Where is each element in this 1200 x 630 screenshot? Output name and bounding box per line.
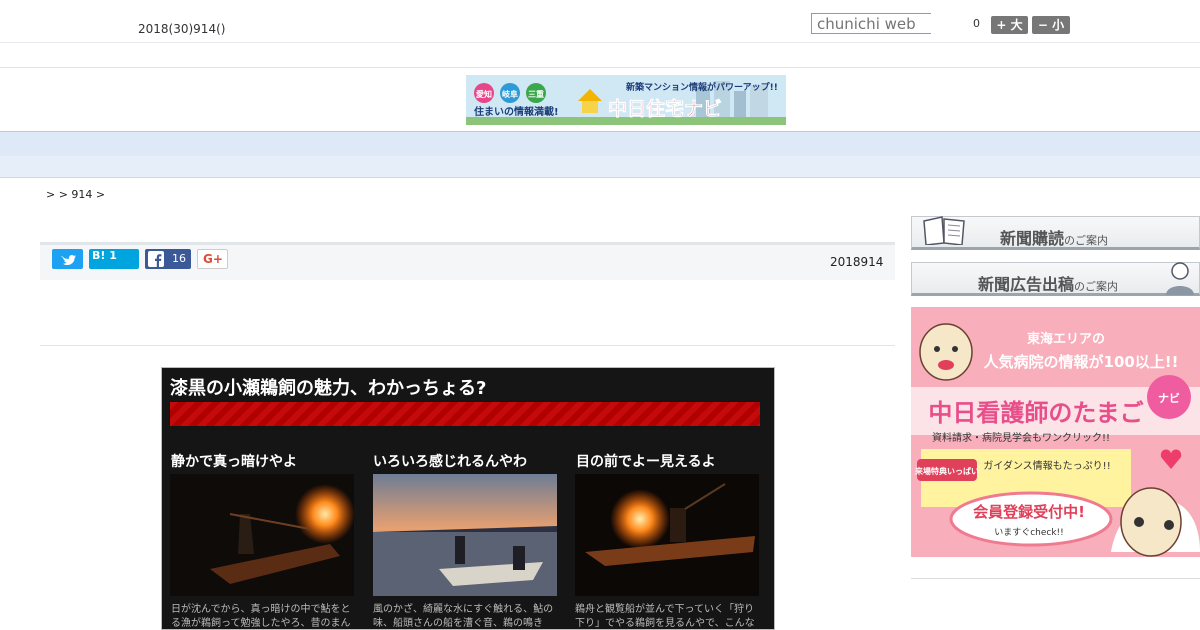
published-date: 2018914 [830, 255, 884, 269]
banner-brand: 中日住宅ナビ [608, 97, 722, 120]
subscribe-sub: のご案内 [1064, 234, 1109, 247]
banner-headline: 新築マンション情報がパワーアップ!! [626, 81, 778, 93]
nurse-line2: 人気病院の情報が100以上!! [984, 353, 1179, 371]
breadcrumb[interactable]: > > 914 > [46, 188, 105, 201]
hatena-bookmark-button[interactable]: B! 1 [89, 249, 139, 269]
advertise-label: 新聞広告出稿のご案内 [978, 271, 1118, 295]
twitter-icon [61, 255, 76, 265]
main-nav [0, 131, 1200, 157]
cormorant-fishing-photo-1 [170, 474, 354, 596]
banner-tagline: 住まいの情報満載! [474, 105, 559, 118]
article-image-title: 漆黒の小瀬鵜飼の魅力、わかっちょる? [170, 378, 487, 399]
gplus-label: G+ [203, 252, 223, 266]
column-title: 静かで真っ暗けやよ [171, 454, 297, 470]
cormorant-fishing-photo-3 [575, 474, 759, 596]
subscribe-main: 新聞購読 [1000, 229, 1065, 248]
font-decrease-button[interactable]: − 小 [1032, 16, 1070, 34]
nurse-brand: 中日看護師のたまご [928, 399, 1143, 427]
region-mie: 三重 [528, 89, 544, 99]
sub-nav [0, 156, 1200, 178]
subscribe-label: 新聞購読のご案内 [1000, 225, 1108, 249]
column-text: 風のかざ、綺麗な水にすぐ触れる、鮎の味、船頭さんの船を漕ぐ音、鵜の鳴き [373, 604, 554, 629]
region-gifu: 岐阜 [502, 89, 518, 99]
book-icon [923, 216, 965, 245]
cormorant-fishing-photo-2 [373, 474, 557, 596]
facebook-count: 16 [172, 252, 186, 265]
region-aichi: 愛知 [476, 89, 492, 99]
search-input[interactable] [811, 13, 931, 34]
nurse-cta: 会員登録受付中! [973, 503, 1085, 521]
column-text: 日が沈んでから、真っ暗けの中で鮎をとる漁が鵜飼って勉強したやろ、昔のまん [171, 604, 351, 629]
nurse-cta-sub: いますぐcheck!! [994, 527, 1064, 538]
nurse-navi-ad[interactable]: 東海エリアの 人気病院の情報が100以上!! 中日看護師のたまご ナビ 資料請求… [911, 307, 1200, 557]
advertise-main: 新聞広告出稿 [978, 275, 1075, 294]
newspaper-subscription-button[interactable]: 新聞購読のご案内 [911, 216, 1200, 250]
nurse-ad-graphic: 東海エリアの 人気病院の情報が100以上!! 中日看護師のたまご ナビ 資料請求… [911, 307, 1200, 557]
facebook-icon [148, 251, 164, 267]
facebook-share-button[interactable]: 16 [145, 249, 191, 269]
banner-graphic: 愛知 岐阜 三重 住まいの情報満載! 新築マンション情報がパワーアップ!! 中日… [466, 75, 786, 125]
column-text: 鵜舟と観覧船が並んで下っていく「狩り下り」でやる鵜飼を見るんやで、こんな近く [575, 604, 755, 629]
font-size-indicator: 0 [973, 17, 980, 30]
google-plus-button[interactable]: G+ [197, 249, 228, 269]
nurse-line1: 東海エリアの [1027, 331, 1105, 347]
hatena-label: B! 1 [92, 249, 117, 262]
housing-navi-banner[interactable]: 愛知 岐阜 三重 住まいの情報満載! 新築マンション情報がパワーアップ!! 中日… [466, 75, 786, 125]
current-date: 2018(30)914() [138, 22, 226, 36]
divider [40, 345, 895, 346]
nurse-line4: ガイダンス情報もたっぷり!! [983, 459, 1110, 472]
person-icon [1166, 262, 1194, 295]
sub-bar [0, 43, 1200, 68]
navi-badge: ナビ [1158, 391, 1180, 405]
sidebar-divider [911, 578, 1200, 579]
newspaper-advertising-button[interactable]: 新聞広告出稿のご案内 [911, 262, 1200, 296]
red-banner-strip [170, 402, 760, 426]
nurse-special: 来場特典いっぱい [914, 466, 979, 476]
column-title: いろいろ感じれるんやわ [373, 454, 527, 470]
column-title: 目の前でよー見えるよ [576, 454, 716, 470]
nurse-line3: 資料請求・病院見学会もワンクリック!! [932, 431, 1110, 444]
advertise-sub: のご案内 [1074, 280, 1119, 293]
twitter-share-button[interactable] [52, 249, 83, 269]
font-increase-button[interactable]: + 大 [991, 16, 1028, 34]
